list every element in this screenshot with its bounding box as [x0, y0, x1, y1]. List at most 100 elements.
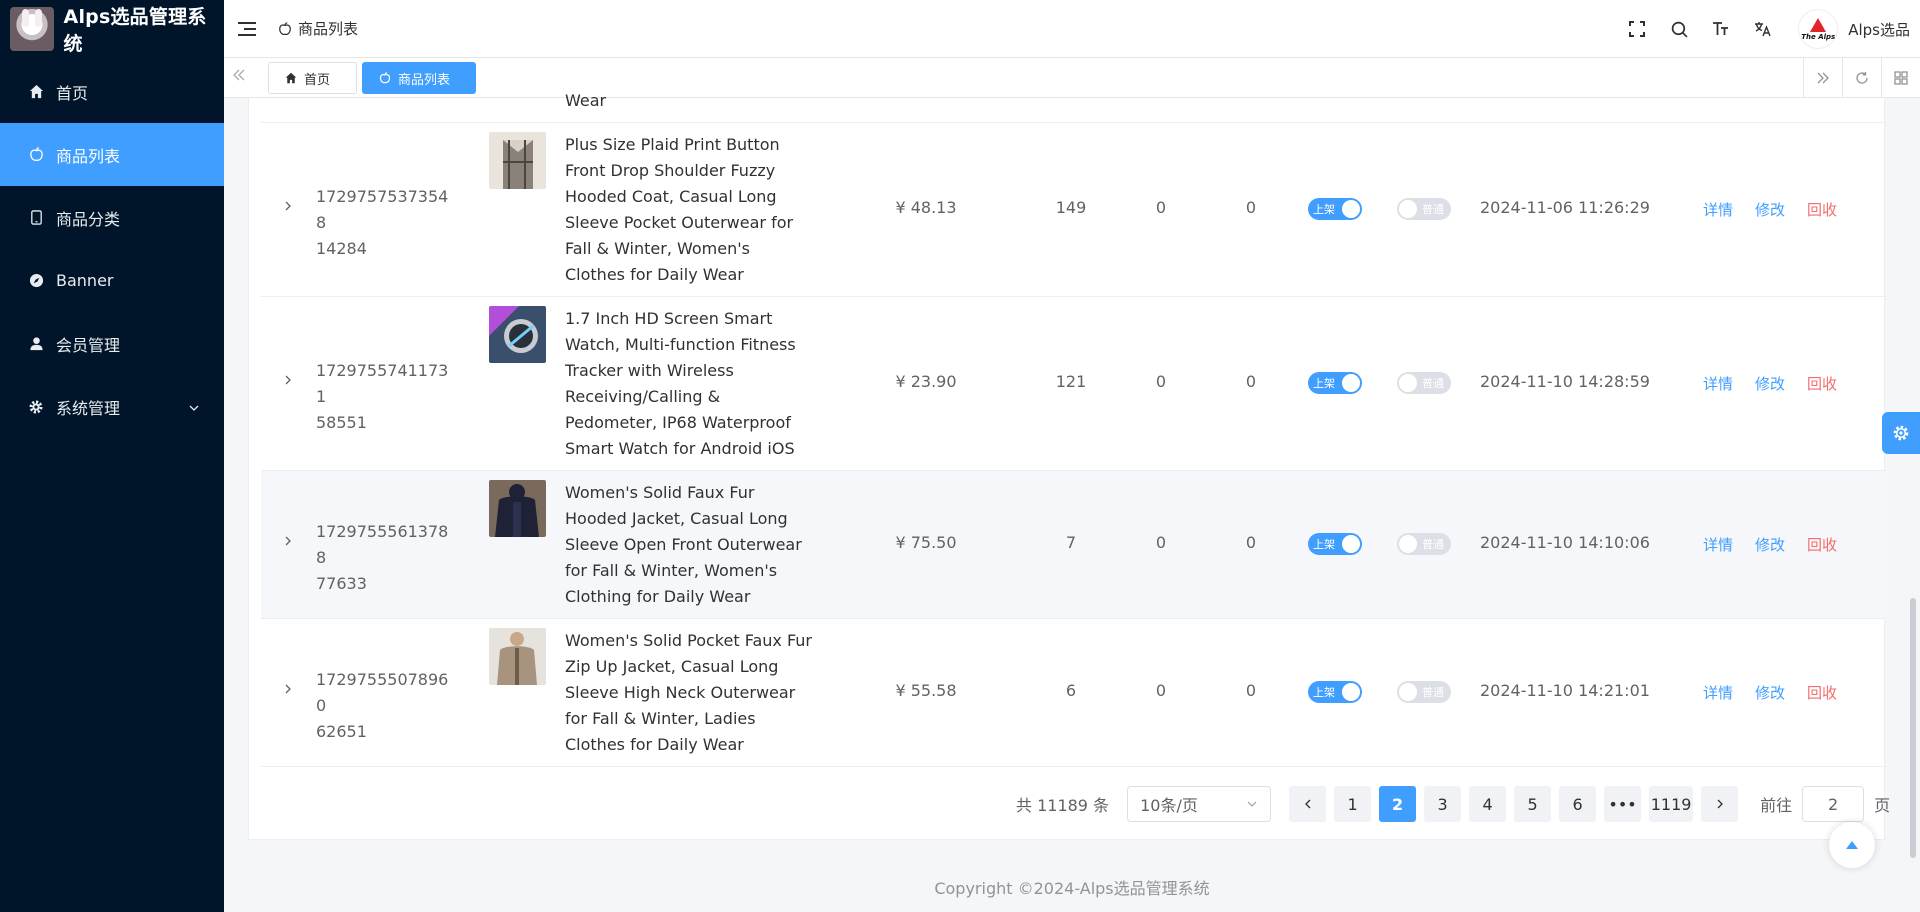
- page-button[interactable]: 5: [1514, 786, 1552, 822]
- recycle-link[interactable]: 回收: [1807, 682, 1837, 703]
- avatar[interactable]: The Alps: [1798, 9, 1839, 49]
- detail-link[interactable]: 详情: [1703, 534, 1733, 555]
- font-size-icon[interactable]: [1710, 18, 1732, 40]
- sidebar-item-products[interactable]: 商品列表: [0, 123, 224, 186]
- detail-link[interactable]: 详情: [1703, 199, 1733, 220]
- created-date: 2024-11-10 14:28:59: [1480, 372, 1650, 391]
- caret-up-icon: [1846, 841, 1858, 849]
- tablet-icon: [28, 210, 44, 226]
- scroll-right-icon[interactable]: [1803, 58, 1842, 98]
- breadcrumb-item[interactable]: 商品列表: [298, 18, 358, 39]
- product-stock: 149: [1055, 198, 1087, 217]
- sidebar-item-home[interactable]: 首页: [0, 60, 224, 123]
- scroll-left-icon[interactable]: [232, 68, 246, 86]
- scrollbar-thumb[interactable]: [1910, 598, 1916, 858]
- apple-icon: [379, 72, 391, 84]
- sidebar-item-label: Banner: [56, 271, 114, 290]
- product-name: 1.7 Inch HD Screen Smart Watch, Multi-fu…: [565, 309, 796, 458]
- recycle-link[interactable]: 回收: [1807, 534, 1837, 555]
- type-switch[interactable]: 普通: [1397, 533, 1451, 555]
- product-id-line: 17297575373548: [316, 187, 449, 232]
- sidebar-item-label: 首页: [56, 83, 89, 103]
- logo: Alps选品管理系统: [0, 0, 224, 58]
- product-id: 17297557411731 58551: [316, 358, 456, 436]
- back-to-top-button[interactable]: [1829, 822, 1875, 868]
- tab-home[interactable]: 首页: [268, 62, 357, 94]
- detail-link[interactable]: 详情: [1703, 373, 1733, 394]
- chevron-left-icon: [1304, 799, 1311, 809]
- user-name[interactable]: Alps选品: [1848, 19, 1910, 40]
- more-pages-button[interactable]: •••: [1604, 786, 1642, 822]
- page-button[interactable]: 1: [1334, 786, 1372, 822]
- recycle-link[interactable]: 回收: [1807, 373, 1837, 394]
- table-row: Wear: [261, 91, 1886, 123]
- menu-toggle-icon[interactable]: [238, 20, 256, 38]
- product-thumbnail[interactable]: [489, 628, 546, 685]
- product-price: ¥ 75.50: [895, 533, 957, 552]
- product-name: Wear: [565, 91, 607, 110]
- chevron-right-icon: [1717, 799, 1723, 809]
- on-shelf-switch[interactable]: 上架: [1308, 533, 1362, 555]
- expand-row-icon[interactable]: [283, 535, 293, 547]
- sidebar-item-members[interactable]: 会员管理: [0, 312, 224, 375]
- on-shelf-switch[interactable]: 上架: [1308, 372, 1362, 394]
- total-count: 共 11189 条: [1016, 796, 1110, 815]
- product-id: 17297555613788 77633: [316, 519, 456, 597]
- page-button[interactable]: 4: [1469, 786, 1507, 822]
- page-size-select[interactable]: 10条/页: [1127, 786, 1272, 822]
- tab-products[interactable]: 商品列表: [362, 62, 476, 94]
- edit-link[interactable]: 修改: [1755, 682, 1785, 703]
- product-id-line: 17297555078960: [316, 670, 449, 715]
- refresh-icon[interactable]: [1842, 58, 1881, 98]
- settings-button[interactable]: [1882, 412, 1920, 454]
- type-switch[interactable]: 普通: [1397, 372, 1451, 394]
- pagination: 共 11189 条 10条/页 1 2 3 4 5 6 ••• 1119 前往 …: [1016, 786, 1890, 822]
- table-row: 17297575373548 14284 Plus Size Plaid Pri…: [261, 123, 1886, 297]
- logo-image: [10, 7, 54, 51]
- expand-row-icon[interactable]: [283, 683, 293, 695]
- edit-link[interactable]: 修改: [1755, 534, 1785, 555]
- expand-row-icon[interactable]: [283, 374, 293, 386]
- top-header: 商品列表 The Alps Alps选品: [224, 0, 1920, 58]
- sidebar-item-banner[interactable]: Banner: [0, 249, 224, 312]
- search-icon[interactable]: [1668, 18, 1690, 40]
- translate-icon[interactable]: [1752, 18, 1774, 40]
- grid-menu-icon[interactable]: [1881, 58, 1920, 98]
- sidebar-item-label: 会员管理: [56, 335, 121, 355]
- product-thumbnail[interactable]: [489, 480, 546, 537]
- goto-page-input[interactable]: 2: [1802, 786, 1865, 822]
- product-thumbnail[interactable]: [489, 132, 546, 189]
- prev-page-button[interactable]: [1289, 786, 1327, 822]
- sidebar: Alps选品管理系统 首页 商品列表 商品分类 Banner 会员管理 系统管理: [0, 0, 224, 912]
- product-thumbnail[interactable]: [489, 306, 546, 363]
- type-switch[interactable]: 普通: [1397, 681, 1451, 703]
- detail-link[interactable]: 详情: [1703, 682, 1733, 703]
- fullscreen-icon[interactable]: [1626, 18, 1648, 40]
- page-button[interactable]: 6: [1559, 786, 1597, 822]
- compass-icon: [28, 273, 44, 289]
- created-date: 2024-11-10 14:10:06: [1480, 533, 1650, 552]
- type-switch[interactable]: 普通: [1397, 198, 1451, 220]
- sidebar-item-categories[interactable]: 商品分类: [0, 186, 224, 249]
- on-shelf-switch[interactable]: 上架: [1308, 198, 1362, 220]
- sidebar-item-label: 商品分类: [56, 209, 121, 229]
- next-page-button[interactable]: [1701, 786, 1739, 822]
- switch-label: 上架: [1313, 538, 1335, 551]
- home-icon: [28, 84, 44, 100]
- created-date: 2024-11-10 14:21:01: [1480, 681, 1650, 700]
- page-button[interactable]: 1119: [1649, 786, 1694, 822]
- page-button[interactable]: 3: [1424, 786, 1462, 822]
- user-icon: [28, 336, 44, 352]
- on-shelf-switch[interactable]: 上架: [1308, 681, 1362, 703]
- edit-link[interactable]: 修改: [1755, 373, 1785, 394]
- avatar-text: The Alps: [1801, 32, 1836, 41]
- page-button-current[interactable]: 2: [1379, 786, 1417, 822]
- tab-tools: [1803, 58, 1920, 98]
- switch-label: 普通: [1422, 538, 1444, 551]
- gear-icon: [1893, 425, 1909, 441]
- recycle-link[interactable]: 回收: [1807, 199, 1837, 220]
- edit-link[interactable]: 修改: [1755, 199, 1785, 220]
- sidebar-item-system[interactable]: 系统管理: [0, 375, 224, 438]
- table-row: 17297555613788 77633 Women's Solid Faux …: [261, 471, 1886, 619]
- expand-row-icon[interactable]: [283, 200, 293, 212]
